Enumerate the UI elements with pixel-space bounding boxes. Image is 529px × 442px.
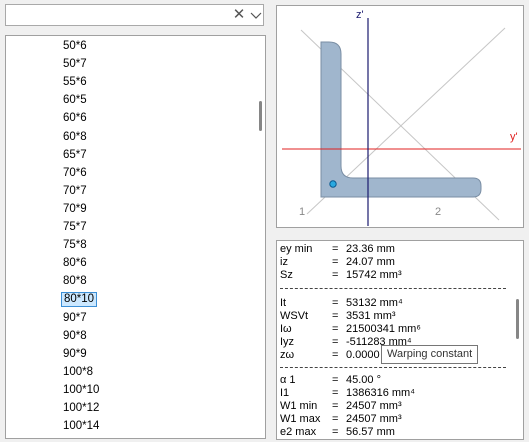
property-name: WSVt <box>280 310 309 322</box>
list-item[interactable]: 100*10 <box>61 383 101 398</box>
property-equals: = <box>332 413 339 425</box>
property-equals: = <box>332 426 339 438</box>
list-item[interactable]: 60*6 <box>61 111 89 126</box>
property-value: 53132 mm⁴ <box>346 297 403 309</box>
property-name: Sz <box>280 269 293 281</box>
property-equals: = <box>332 400 339 412</box>
property-name: W1 max <box>280 413 321 425</box>
property-name: W1 min <box>280 400 318 412</box>
list-item[interactable]: 50*6 <box>61 39 89 54</box>
property-equals: = <box>332 297 339 309</box>
property-value: 3531 mm³ <box>346 310 396 322</box>
property-equals: = <box>332 269 339 281</box>
property-name: zω <box>280 349 295 361</box>
property-equals: = <box>332 256 339 268</box>
angle-section-shape <box>320 41 482 198</box>
property-value: 24507 mm³ <box>346 413 402 425</box>
property-equals: = <box>332 349 339 361</box>
section-divider <box>280 288 506 289</box>
list-item[interactable]: 50*7 <box>61 57 89 72</box>
list-item[interactable]: 60*8 <box>61 130 89 145</box>
section-divider <box>280 367 506 368</box>
property-value: 24.07 mm <box>346 256 395 268</box>
property-value: 23.36 mm <box>346 243 395 255</box>
section-preview: z' y' 1 2 <box>276 5 524 228</box>
list-item[interactable]: 90*8 <box>61 329 89 344</box>
property-name: Iω <box>280 323 292 335</box>
property-equals: = <box>332 323 339 335</box>
list-item[interactable]: 80*8 <box>61 274 89 289</box>
list-item[interactable]: 100*14 <box>61 419 101 434</box>
property-name: e2 max <box>280 426 317 438</box>
property-value: 24507 mm³ <box>346 400 402 412</box>
list-item[interactable]: 65*7 <box>61 148 89 163</box>
property-name: ey min <box>280 243 313 255</box>
list-item-selected[interactable]: 80*10 <box>61 292 98 308</box>
principal-axis-1-label: 1 <box>299 206 305 218</box>
principal-axis-2-label: 2 <box>435 206 441 218</box>
property-value: 15742 mm³ <box>346 269 402 281</box>
property-name: iz <box>280 256 288 268</box>
property-equals: = <box>332 387 339 399</box>
profile-list-scroll-thumb[interactable] <box>259 101 262 131</box>
property-value: 1386316 mm⁴ <box>346 387 415 399</box>
z-axis-label: z' <box>356 9 364 21</box>
property-value: 21500341 mm⁶ <box>346 323 421 335</box>
list-item[interactable]: 55*6 <box>61 75 89 90</box>
property-equals: = <box>332 336 339 348</box>
tooltip: Warping constant <box>381 345 479 364</box>
list-item[interactable]: 70*7 <box>61 184 89 199</box>
property-equals: = <box>332 374 339 386</box>
clear-icon[interactable]: ✕ <box>230 6 248 24</box>
list-item[interactable]: 90*7 <box>61 311 89 326</box>
property-value: 45.00 ° <box>346 374 381 386</box>
list-item[interactable]: 70*6 <box>61 166 89 181</box>
profile-list[interactable]: 50*6 50*7 55*6 60*5 60*6 60*8 65*7 70*6 70*7 70*9… <box>5 35 266 439</box>
centroid-marker <box>329 180 337 188</box>
section-drawing: z' y' 1 2 <box>282 9 521 226</box>
list-item[interactable]: 70*9 <box>61 202 89 217</box>
property-value: 56.57 mm <box>346 426 395 438</box>
list-item[interactable]: 100*12 <box>61 401 101 416</box>
profile-list-scrollbar[interactable] <box>253 37 265 437</box>
list-item[interactable]: 80*6 <box>61 256 89 271</box>
list-item[interactable]: 100*8 <box>61 365 95 380</box>
properties-scrollbar[interactable] <box>511 242 523 438</box>
property-equals: = <box>332 310 339 322</box>
profile-search-combobox[interactable]: ✕ <box>5 4 264 26</box>
list-item[interactable]: 90*9 <box>61 347 89 362</box>
section-properties-panel: ey min = 23.36 mm iz = 24.07 mm Sz = 15742 mm³ It… <box>276 240 524 440</box>
list-item[interactable]: 60*5 <box>61 93 89 108</box>
property-name: I1 <box>280 387 290 399</box>
list-item[interactable]: 75*8 <box>61 238 89 253</box>
chevron-down-icon[interactable] <box>248 6 264 24</box>
property-equals: = <box>332 243 339 255</box>
property-name: It <box>280 297 287 309</box>
y-axis-label: y' <box>510 131 518 143</box>
properties-scroll-thumb[interactable] <box>516 299 519 339</box>
property-name: Iyz <box>280 336 295 348</box>
property-name: α 1 <box>280 374 296 386</box>
property-value: 0.0000 <box>346 349 380 361</box>
list-item[interactable]: 75*7 <box>61 220 89 235</box>
